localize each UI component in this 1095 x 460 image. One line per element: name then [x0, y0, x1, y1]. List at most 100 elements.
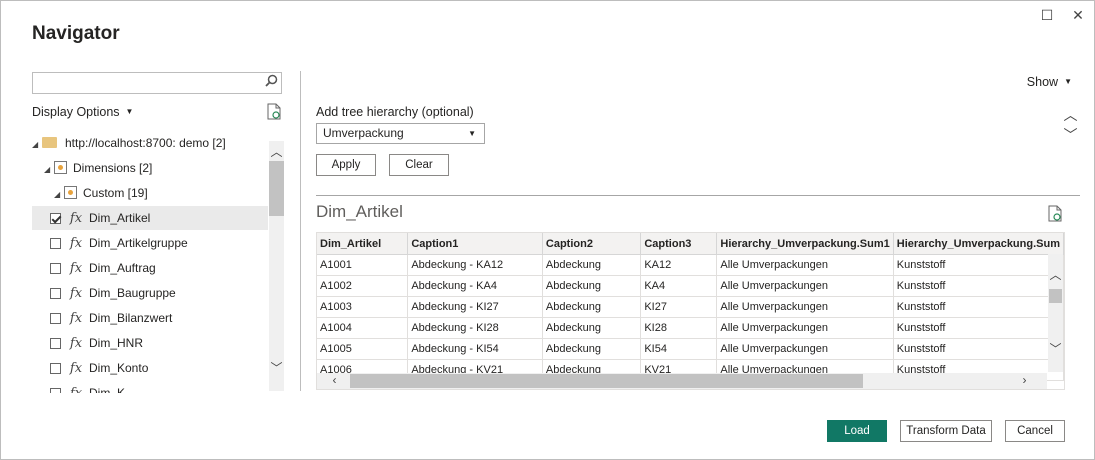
function-icon: fx: [67, 382, 85, 393]
column-header[interactable]: Caption2: [542, 233, 642, 255]
tree-item[interactable]: ◢ Dimensions [2]: [32, 156, 268, 180]
tree-item[interactable]: fx Dim_Konto: [32, 356, 268, 380]
pane-divider: [300, 71, 301, 391]
table-row: A1005 Abdeckung - KI54 Abdeckung KI54 Alle U…: [317, 338, 1064, 360]
scrollbar-thumb[interactable]: [269, 161, 284, 216]
tree-item-label: Dim_HNR: [89, 336, 143, 350]
refresh-icon[interactable]: [267, 103, 281, 120]
scrollbar-thumb[interactable]: [350, 374, 863, 388]
column-header[interactable]: Caption3: [640, 233, 718, 255]
function-icon: fx: [69, 261, 83, 276]
tree-item-checkbox[interactable]: [50, 238, 61, 249]
tree-item-checkbox[interactable]: [50, 313, 61, 324]
tree-item-label: Custom [19]: [83, 186, 148, 200]
function-icon: fx: [69, 211, 83, 226]
tree-item-label: Dimensions [2]: [73, 161, 153, 175]
table-cell: A1001: [317, 254, 409, 276]
clear-button[interactable]: Clear: [389, 154, 449, 176]
tree-item[interactable]: fx Dim_K...: [32, 381, 268, 393]
navigator-window: Navigator ☐ ✕ Display Options ▼ ◢ http://l…: [0, 0, 1095, 460]
close-icon[interactable]: ✕: [1070, 7, 1086, 23]
table-cell: KI27: [640, 296, 718, 318]
table-row: A1003 Abdeckung - KI27 Abdeckung KI27 Alle U…: [317, 296, 1064, 318]
table-cell: Alle Umverpackungen: [716, 275, 894, 297]
search-icon[interactable]: [265, 74, 278, 90]
column-header[interactable]: Dim_Artikel: [317, 233, 409, 255]
tree-item-label: Dim_Auftrag: [89, 261, 156, 275]
scroll-right-icon[interactable]: ›: [1017, 373, 1032, 387]
table-cell: Kunststoff: [893, 338, 1064, 360]
scroll-down-icon[interactable]: ﹀: [269, 359, 284, 376]
table-cell: Abdeckung - KI28: [407, 317, 543, 339]
table-cell: Kunststoff: [893, 275, 1064, 297]
chevron-down-icon: ▼: [468, 129, 476, 138]
tree-item[interactable]: fx Dim_Artikelgruppe: [32, 231, 268, 255]
tree-scrollbar[interactable]: ︿ ﹀: [269, 141, 284, 391]
table-cell: Alle Umverpackungen: [716, 338, 894, 360]
maximize-icon[interactable]: ☐: [1039, 7, 1055, 23]
expand-icon[interactable]: ◢: [54, 183, 64, 207]
preview-table: Dim_Artikel Caption1 Caption2 Caption3 Hiera…: [316, 232, 1065, 390]
table-cell: Abdeckung: [542, 296, 642, 318]
tree-item[interactable]: fx Dim_Artikel: [32, 206, 268, 230]
tree-item-checkbox[interactable]: [50, 338, 61, 349]
scrollbar-thumb[interactable]: [1049, 289, 1062, 303]
tree-item-label: Dim_Konto: [89, 361, 149, 375]
expand-icon[interactable]: ◢: [32, 133, 42, 157]
section-divider: [316, 195, 1080, 196]
window-title: Navigator: [32, 23, 120, 44]
load-button[interactable]: Load: [827, 420, 887, 442]
tree-item[interactable]: ◢ Custom [19]: [32, 181, 268, 205]
tree-item-checkbox[interactable]: [50, 213, 61, 224]
table-cell: Abdeckung: [542, 317, 642, 339]
folder-icon: [42, 137, 57, 148]
tree-item-checkbox[interactable]: [50, 263, 61, 274]
tree-item[interactable]: fx Dim_Bilanzwert: [32, 306, 268, 330]
column-header[interactable]: Hierarchy_Umverpackung.Sum1: [716, 233, 894, 255]
tree-item[interactable]: fx Dim_HNR: [32, 331, 268, 355]
tree-item-checkbox[interactable]: [50, 363, 61, 374]
tree-hierarchy-select[interactable]: Umverpackung ▼: [316, 123, 485, 144]
table-cell: Abdeckung - KI27: [407, 296, 543, 318]
function-icon: fx: [69, 336, 83, 351]
refresh-icon[interactable]: [1048, 205, 1062, 222]
settings-scroll-up-icon[interactable]: ︿: [1063, 105, 1078, 125]
preview-title: Dim_Artikel: [316, 202, 403, 221]
tree-item[interactable]: ◢ http://localhost:8700: demo [2]: [32, 131, 268, 155]
scroll-up-icon[interactable]: ︿: [1048, 266, 1063, 283]
cancel-button[interactable]: Cancel: [1005, 420, 1065, 442]
table-cell: KI28: [640, 317, 718, 339]
display-options-dropdown[interactable]: Display Options ▼: [32, 105, 133, 119]
tree-item-checkbox[interactable]: [50, 388, 61, 393]
table-cell: Abdeckung - KI54: [407, 338, 543, 360]
column-header[interactable]: Hierarchy_Umverpackung.Sum: [893, 233, 1064, 255]
tree-item-label: Dim_Bilanzwert: [89, 311, 173, 325]
cube-icon: [64, 186, 77, 199]
transform-data-button[interactable]: Transform Data: [900, 420, 992, 442]
scroll-up-icon[interactable]: ︿: [269, 143, 284, 160]
show-dropdown[interactable]: Show ▼: [1027, 75, 1072, 89]
function-icon: fx: [69, 286, 83, 301]
tree-item[interactable]: fx Dim_Auftrag: [32, 256, 268, 280]
apply-button[interactable]: Apply: [316, 154, 376, 176]
table-cell: A1005: [317, 338, 409, 360]
tree-item[interactable]: fx Dim_Baugruppe: [32, 281, 268, 305]
chevron-down-icon: ▼: [1064, 77, 1072, 86]
tree-hierarchy-label: Add tree hierarchy (optional): [316, 105, 474, 119]
table-horizontal-scrollbar[interactable]: ‹ ›: [317, 373, 1047, 389]
table-cell: Abdeckung - KA12: [407, 254, 543, 276]
expand-icon[interactable]: ◢: [44, 158, 54, 182]
scroll-down-icon[interactable]: ﹀: [1048, 340, 1063, 357]
table-vertical-scrollbar[interactable]: ︿ ﹀: [1048, 254, 1063, 372]
table-cell: Kunststoff: [893, 296, 1064, 318]
tree-item-checkbox[interactable]: [50, 288, 61, 299]
table-cell: KA4: [640, 275, 718, 297]
settings-scroll-down-icon[interactable]: ﹀: [1063, 125, 1078, 145]
display-options-label: Display Options: [32, 105, 120, 119]
column-header[interactable]: Caption1: [407, 233, 543, 255]
table-cell: Kunststoff: [893, 254, 1064, 276]
search-input[interactable]: [32, 72, 282, 94]
table-cell: A1003: [317, 296, 409, 318]
scroll-left-icon[interactable]: ‹: [327, 373, 342, 387]
function-icon: fx: [69, 311, 83, 326]
